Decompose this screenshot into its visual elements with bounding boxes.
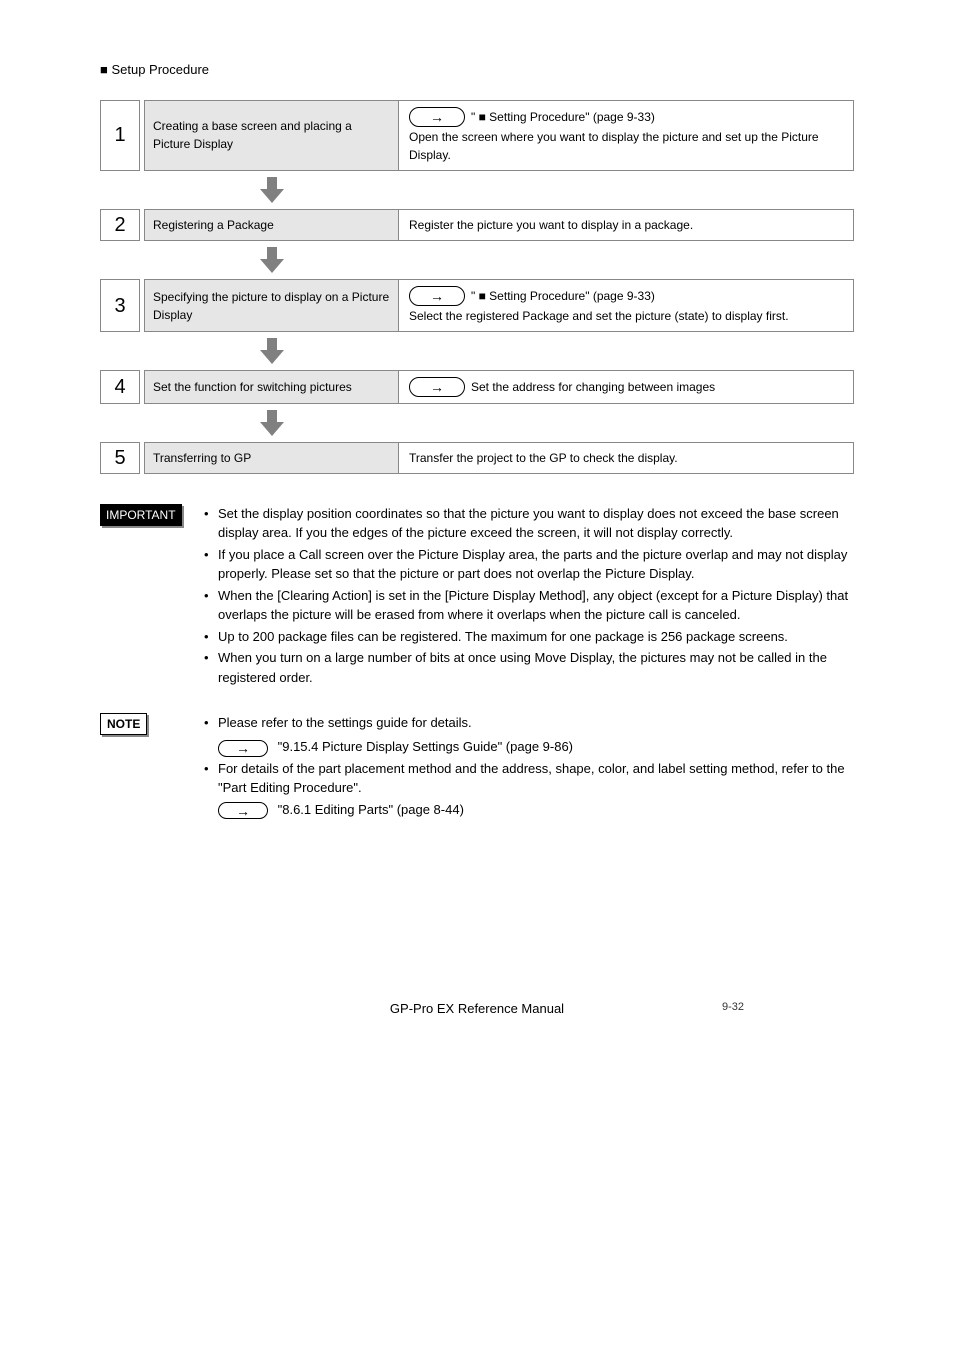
step-desc-text: Set the address for changing between ima…	[471, 380, 715, 394]
arrow-down-icon	[257, 245, 287, 275]
step-label: Registering a Package	[144, 209, 399, 241]
step-desc: → Set the address for changing between im…	[399, 370, 854, 404]
step-desc-text: " ■ Setting Procedure" (page 9-33) Selec…	[409, 289, 789, 323]
step-row-2: 2 Registering a Package Register the pic…	[100, 209, 854, 241]
step-row-4: 4 Set the function for switching picture…	[100, 370, 854, 404]
arrow-down-icon	[257, 175, 287, 205]
reference-arrow-icon: →	[409, 107, 465, 127]
step-desc: →" ■ Setting Procedure" (page 9-33) Open…	[399, 100, 854, 172]
step-label: Creating a base screen and placing a Pic…	[144, 100, 399, 172]
step-row-5: 5 Transferring to GP Transfer the projec…	[100, 442, 854, 474]
bullet-dot-icon: •	[204, 627, 218, 647]
footer-page-number: 9-32	[722, 999, 744, 1016]
section-title: ■ Setup Procedure	[100, 60, 854, 80]
step-number: 2	[100, 209, 140, 241]
step-label: Transferring to GP	[144, 442, 399, 474]
note-bullet-text: For details of the part placement method…	[218, 759, 854, 798]
step-number: 5	[100, 442, 140, 474]
footer-center-text: GP-Pro EX Reference Manual	[390, 1001, 564, 1016]
bullet-dot-icon: •	[204, 759, 218, 779]
note-ref-text: "9.15.4 Picture Display Settings Guide" …	[278, 739, 573, 754]
note-label: NOTE	[100, 713, 147, 735]
flow-arrow	[100, 332, 854, 370]
step-row-1: 1 Creating a base screen and placing a P…	[100, 100, 854, 172]
reference-arrow-icon: →	[218, 740, 268, 757]
bullet-dot-icon: •	[204, 504, 218, 524]
step-number: 1	[100, 100, 140, 172]
step-label: Set the function for switching pictures	[144, 370, 399, 404]
note-ref-text: "8.6.1 Editing Parts" (page 8-44)	[278, 802, 464, 817]
note-bullet-text: Please refer to the settings guide for d…	[218, 713, 854, 733]
page-footer: GP-Pro EX Reference Manual 9-32	[100, 999, 854, 1019]
step-desc-text: Transfer the project to the GP to check …	[409, 449, 678, 467]
bullet-dot-icon: •	[204, 586, 218, 606]
step-desc: →" ■ Setting Procedure" (page 9-33) Sele…	[399, 279, 854, 332]
important-label: IMPORTANT	[100, 504, 182, 526]
arrow-down-icon	[257, 336, 287, 366]
important-bullet-text: When the [Clearing Action] is set in the…	[218, 586, 854, 625]
important-bullet-text: When you turn on a large number of bits …	[218, 648, 854, 687]
step-desc-text: Register the picture you want to display…	[409, 216, 693, 234]
important-bullet-text: Set the display position coordinates so …	[218, 504, 854, 543]
reference-arrow-icon: →	[409, 286, 465, 306]
bullet-dot-icon: •	[204, 545, 218, 565]
reference-arrow-icon: →	[218, 802, 268, 819]
step-desc: Register the picture you want to display…	[399, 209, 854, 241]
reference-arrow-icon: →	[409, 377, 465, 397]
step-desc-text: " ■ Setting Procedure" (page 9-33) Open …	[409, 110, 819, 163]
flow-arrow	[100, 404, 854, 442]
flow-arrow	[100, 171, 854, 209]
important-bullet-text: Up to 200 package files can be registere…	[218, 627, 854, 647]
bullet-dot-icon: •	[204, 648, 218, 668]
step-number: 4	[100, 370, 140, 404]
bullet-dot-icon: •	[204, 713, 218, 733]
arrow-down-icon	[257, 408, 287, 438]
important-bullet-text: If you place a Call screen over the Pict…	[218, 545, 854, 584]
flow-arrow	[100, 241, 854, 279]
important-block: IMPORTANT • Set the display position coo…	[100, 504, 854, 688]
step-desc: Transfer the project to the GP to check …	[399, 442, 854, 474]
step-label: Specifying the picture to display on a P…	[144, 279, 399, 332]
step-number: 3	[100, 279, 140, 332]
step-row-3: 3 Specifying the picture to display on a…	[100, 279, 854, 332]
note-block: NOTE • Please refer to the settings guid…	[100, 713, 854, 819]
